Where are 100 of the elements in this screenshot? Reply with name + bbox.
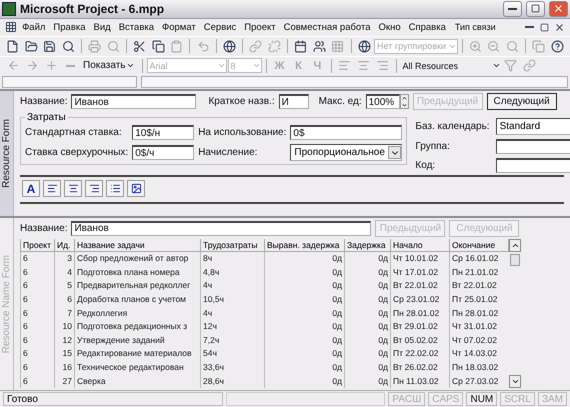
scroll-up-button[interactable] — [509, 238, 521, 252]
field-label: Название: — [20, 96, 68, 108]
table-cell: 7 — [54, 306, 74, 320]
column-header[interactable]: Выравн. задержка — [264, 238, 344, 252]
close-icon — [554, 22, 565, 33]
scroll-down-button[interactable] — [509, 374, 521, 388]
dropdown-field[interactable]: Пропорциональное — [290, 144, 402, 162]
entry-cell[interactable] — [2, 76, 137, 88]
text-field[interactable]: 100% — [366, 94, 400, 110]
table-cell: Пт 25.01.02 — [450, 292, 508, 306]
search-icon — [106, 40, 120, 53]
table-cell: 0д — [344, 292, 390, 306]
view-label: Resource Form — [1, 119, 12, 188]
table-cell: 0д — [344, 334, 390, 348]
status-indicator: CAPS — [428, 392, 464, 406]
align-right-icon — [376, 59, 390, 72]
menu-item[interactable]: Вид — [90, 22, 114, 33]
filter-dropdown[interactable]: All Resources — [400, 58, 501, 74]
table-cell: 0д — [264, 347, 344, 361]
help-icon — [550, 40, 564, 53]
table-cell: Утверждение заданий — [74, 334, 200, 348]
next-button[interactable]: Следующий — [486, 93, 557, 110]
table-cell: 6 — [54, 292, 74, 306]
link-icon — [249, 40, 262, 53]
field-label: На использование: — [198, 127, 286, 138]
text-field[interactable] — [496, 139, 570, 154]
align-center-button[interactable] — [64, 180, 82, 198]
show-button[interactable]: Показать — [80, 60, 138, 72]
text-field[interactable]: Иванов — [71, 220, 372, 236]
field-label: Код: — [415, 160, 436, 172]
menu-item[interactable]: Проект — [241, 22, 279, 33]
table-cell: 0д — [264, 334, 344, 348]
column-header[interactable]: Название задачи — [74, 238, 200, 252]
menu-item[interactable]: Окно — [376, 22, 404, 33]
align-left-button[interactable] — [43, 180, 61, 198]
table-cell: 6 — [20, 374, 54, 388]
text-field[interactable]: 0$/ч — [132, 145, 194, 160]
font-button[interactable]: A — [22, 180, 40, 198]
text-field[interactable]: И — [278, 94, 309, 110]
text-field[interactable] — [496, 158, 570, 174]
table-cell: 5 — [54, 279, 74, 293]
picture-icon — [130, 183, 142, 194]
table-cell: 3 — [54, 252, 74, 266]
text-field[interactable]: Иванов — [71, 94, 196, 110]
insert-picture-button[interactable] — [127, 180, 145, 198]
table-cell: 0д — [264, 320, 344, 334]
table-cell: 0д — [264, 360, 344, 374]
left-arrow-icon — [6, 59, 20, 72]
table-cell: 33,6ч — [200, 360, 264, 374]
scrollbar[interactable] — [509, 238, 522, 388]
restore-button[interactable] — [526, 0, 545, 17]
align-right-icon — [88, 183, 100, 194]
text-field[interactable]: 10$/н — [132, 125, 194, 140]
status-indicator: РАСШ — [388, 392, 426, 406]
close-button[interactable] — [549, 0, 568, 17]
menu-item[interactable]: Вставка — [116, 22, 158, 33]
align-right-button[interactable] — [85, 180, 103, 198]
column-header[interactable]: Задержка — [344, 238, 390, 252]
table-cell: 0д — [344, 279, 390, 293]
column-header[interactable]: Ид. — [54, 238, 74, 252]
menu-item[interactable]: Правка — [50, 22, 89, 33]
minimize-icon — [524, 26, 534, 28]
field-label: Баз. календарь: — [415, 121, 490, 132]
open-folder-icon — [24, 40, 38, 53]
table-cell: 6 — [20, 252, 54, 266]
dropdown-field[interactable]: Standard — [496, 118, 570, 136]
align-left-icon — [46, 183, 58, 194]
field-label: Ставка сверхурочных: — [25, 147, 128, 158]
table-cell: Чт 10.01.02 — [390, 252, 450, 266]
menu-item[interactable]: Формат — [159, 22, 199, 33]
table-cell: 27 — [54, 374, 74, 388]
menu-item[interactable]: Файл — [19, 22, 48, 33]
table-cell: Вт 26.02.02 — [390, 360, 450, 374]
menu-item[interactable]: Справка — [406, 22, 449, 33]
app-icon — [2, 2, 16, 16]
close-icon — [553, 3, 564, 14]
align-left-icon — [338, 59, 352, 72]
table-cell: 6 — [20, 360, 54, 374]
table-cell: Вт 22.01.02 — [450, 279, 508, 293]
zoom-in-icon — [468, 40, 482, 53]
zoom-out-icon — [487, 40, 500, 53]
field-label: Группа: — [415, 141, 451, 152]
entry-field[interactable] — [141, 76, 568, 88]
table-cell: 0д — [344, 266, 390, 280]
text-field[interactable]: 0$ — [290, 125, 402, 140]
menu-item[interactable]: Сервис — [200, 22, 240, 33]
menu-item[interactable]: Совместная работа — [280, 22, 374, 33]
web-icon — [358, 40, 371, 53]
window-title: Microsoft Project - 6.mpp — [20, 2, 166, 16]
bullets-button[interactable] — [106, 180, 124, 198]
column-header[interactable]: Трудозатраты — [200, 238, 264, 252]
table-cell: 0д — [264, 292, 344, 306]
table-cell: Пн 21.01.02 — [450, 266, 508, 280]
minimize-button[interactable] — [503, 0, 522, 17]
column-header[interactable]: Окончание — [450, 238, 508, 252]
scroll-thumb[interactable] — [510, 254, 520, 266]
column-header[interactable]: Начало — [390, 238, 450, 252]
table-cell: 0д — [344, 360, 390, 374]
table-cell: Подготовка редакционных з — [74, 320, 200, 334]
column-header[interactable]: Проект — [20, 238, 54, 252]
